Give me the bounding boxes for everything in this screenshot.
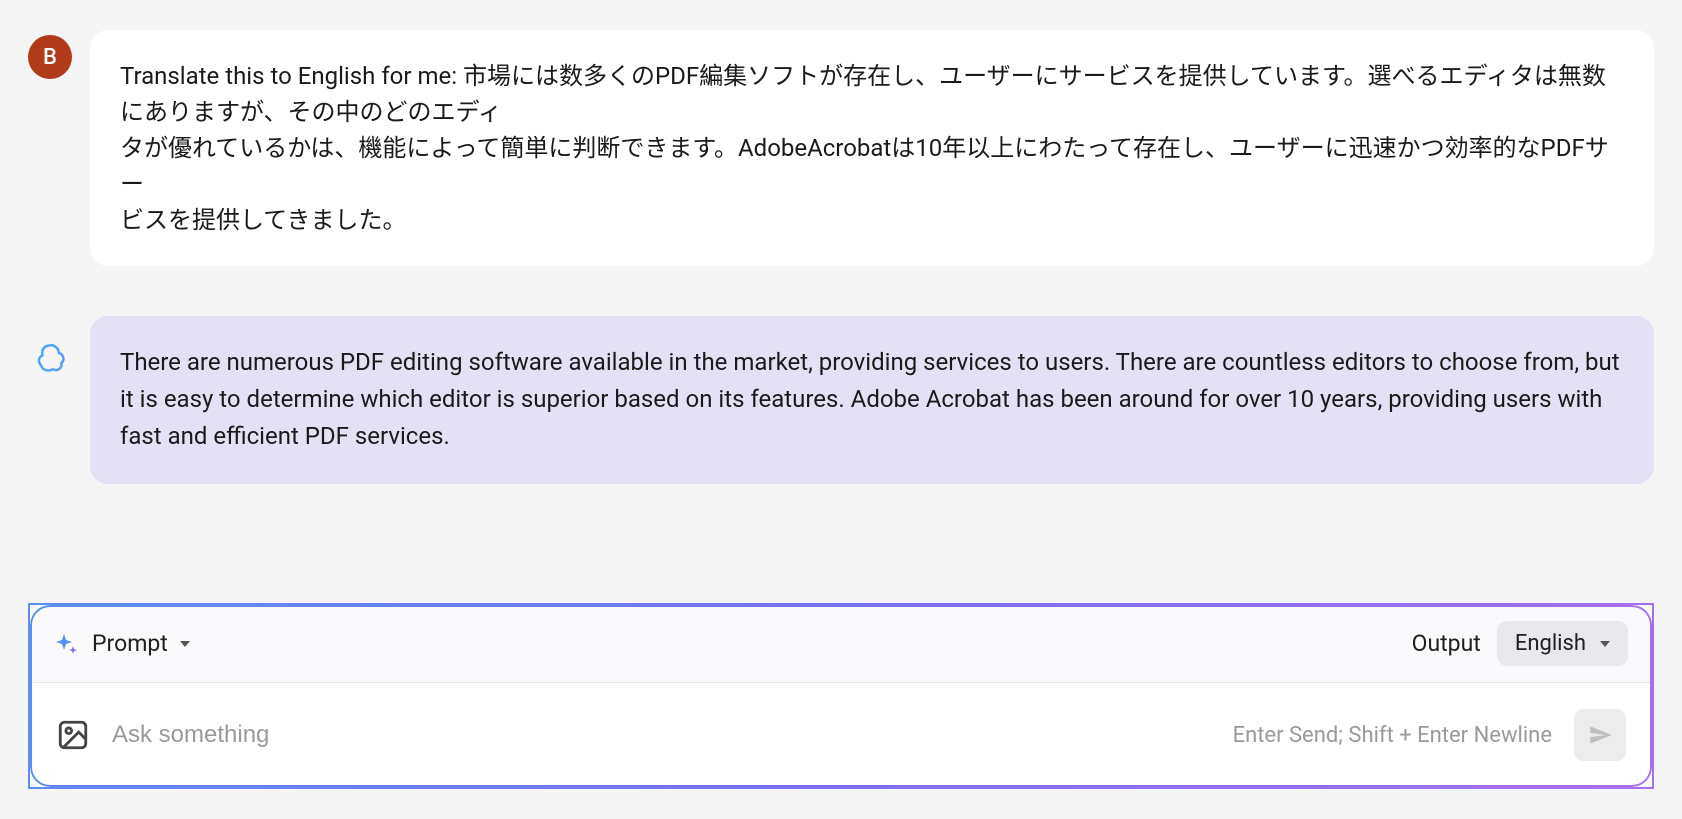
ai-message-row: There are numerous PDF editing software … bbox=[28, 316, 1654, 484]
user-avatar-letter: B bbox=[43, 45, 57, 70]
image-icon[interactable] bbox=[56, 718, 90, 752]
output-language-value: English bbox=[1515, 631, 1586, 656]
send-icon bbox=[1587, 722, 1613, 748]
prompt-selector[interactable]: Prompt bbox=[54, 630, 190, 657]
sparkle-icon bbox=[54, 632, 78, 656]
input-panel: Prompt Output English Enter Send; Shift … bbox=[28, 603, 1654, 789]
prompt-label: Prompt bbox=[92, 630, 168, 657]
user-message-row: B Translate this to English for me: 市場には… bbox=[28, 30, 1654, 266]
keyboard-hint: Enter Send; Shift + Enter Newline bbox=[1233, 723, 1552, 748]
user-message-bubble: Translate this to English for me: 市場には数多… bbox=[90, 30, 1654, 266]
ai-message-text: There are numerous PDF editing software … bbox=[120, 348, 1620, 450]
prompt-input[interactable] bbox=[112, 721, 1211, 749]
chat-area: B Translate this to English for me: 市場には… bbox=[28, 30, 1654, 573]
output-label: Output bbox=[1412, 630, 1481, 657]
send-button[interactable] bbox=[1574, 709, 1626, 761]
output-language-selector[interactable]: English bbox=[1497, 621, 1628, 666]
ai-avatar bbox=[28, 336, 72, 380]
input-body: Enter Send; Shift + Enter Newline bbox=[30, 683, 1652, 787]
input-header: Prompt Output English bbox=[30, 605, 1652, 683]
ai-message-bubble: There are numerous PDF editing software … bbox=[90, 316, 1654, 484]
user-avatar: B bbox=[28, 35, 72, 79]
ai-logo-icon bbox=[35, 343, 65, 373]
chevron-down-icon bbox=[1600, 641, 1610, 647]
chevron-down-icon bbox=[180, 641, 190, 647]
output-controls: Output English bbox=[1412, 621, 1628, 666]
user-message-text: Translate this to English for me: 市場には数多… bbox=[120, 62, 1609, 234]
